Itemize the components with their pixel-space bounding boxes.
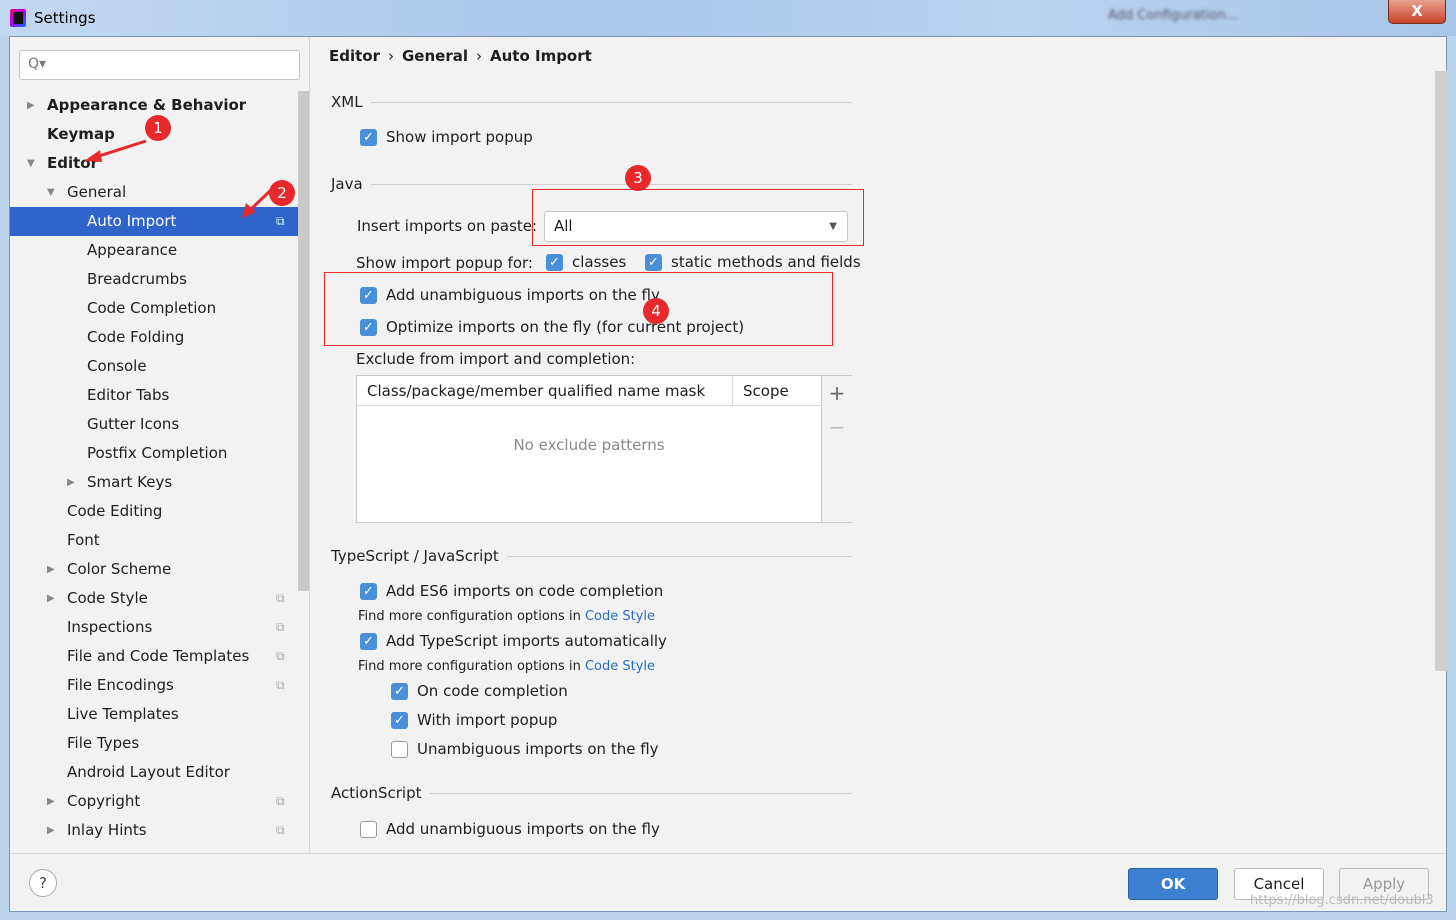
arrow-1-head	[84, 150, 102, 162]
annotation-marker-4: 4	[643, 298, 669, 324]
annotation-marker-1: 1	[145, 115, 171, 141]
annotation-arrows	[84, 139, 273, 218]
arrow-1	[95, 139, 147, 159]
annotation-marker-3: 3	[625, 165, 651, 191]
annotation-marker-2: 2	[269, 180, 295, 206]
arrow-2	[248, 188, 273, 212]
